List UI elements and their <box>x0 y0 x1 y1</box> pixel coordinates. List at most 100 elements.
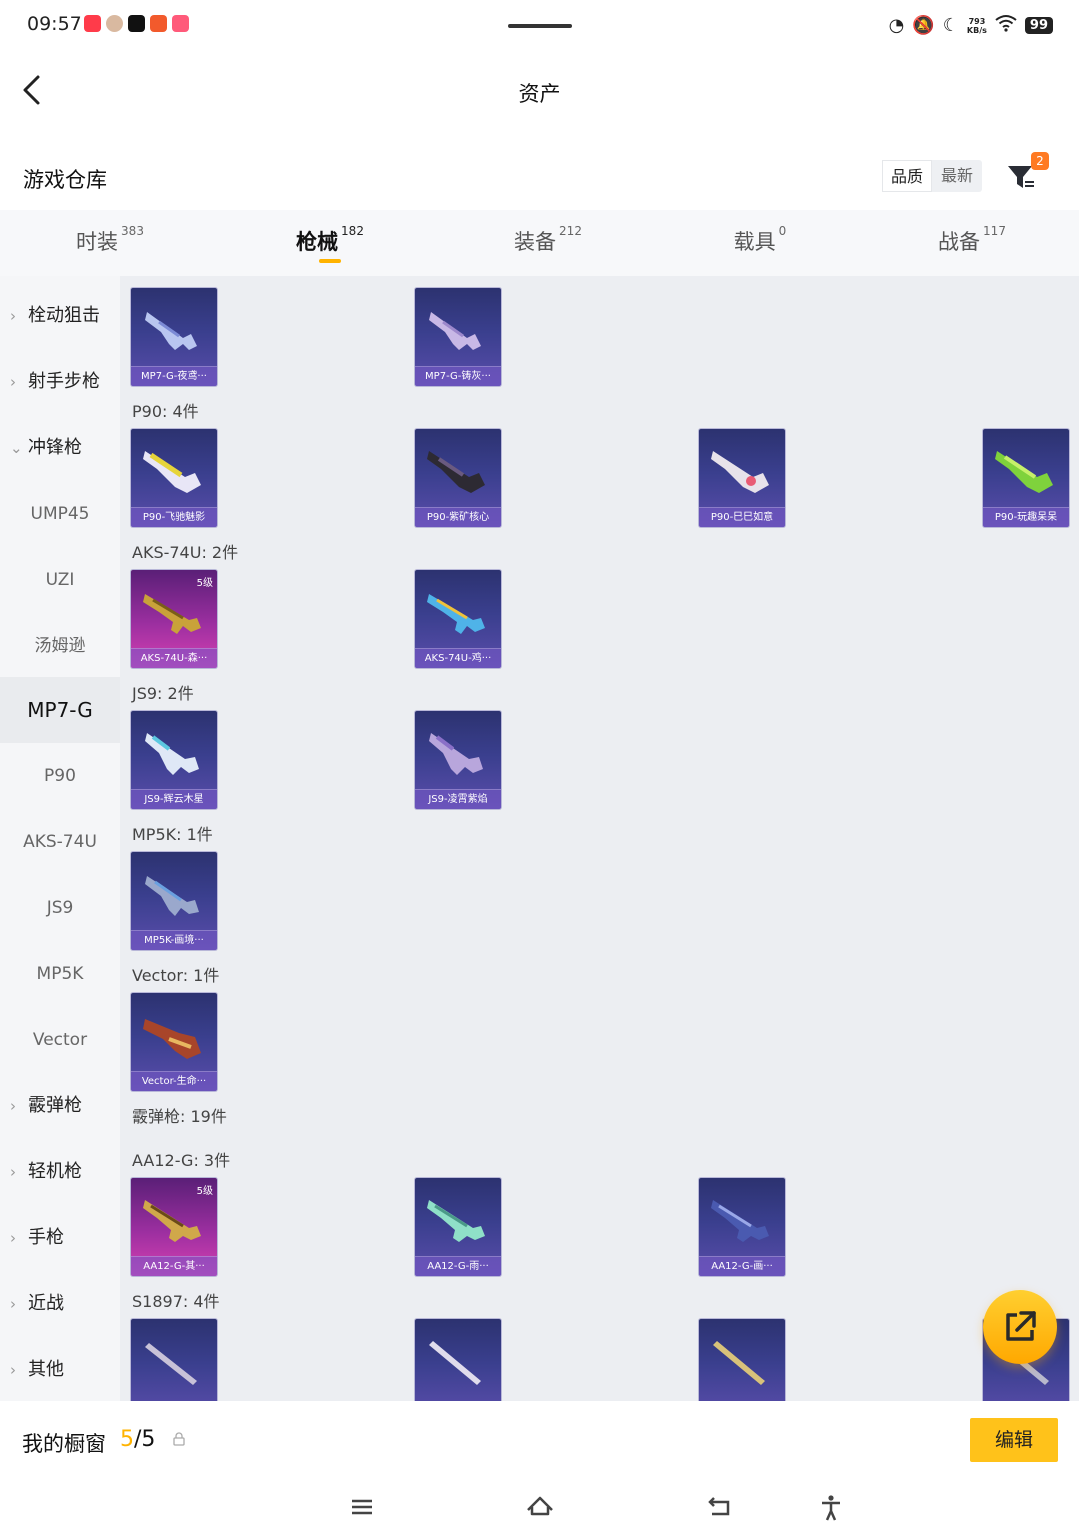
sidebar-item-label: 手枪 <box>28 1227 64 1248</box>
sidebar-item-marksman-rifle[interactable]: › 射手步枪 <box>0 349 120 415</box>
group-label-s1897: S1897: 4件 <box>132 1292 220 1311</box>
sidebar-item-pistol[interactable]: › 手枪 <box>0 1205 120 1271</box>
net-speed-unit: KB/s <box>966 25 987 35</box>
tab-battle-supplies[interactable]: 战备 117 <box>922 224 1022 266</box>
shotgun-icon <box>143 1200 201 1242</box>
skin-name: P90-飞驰魅影 <box>131 507 217 527</box>
sidebar-item-label: UZI <box>45 570 75 590</box>
system-nav-bar <box>0 1479 1079 1536</box>
skin-card[interactable]: Vector-生命··· <box>131 993 217 1091</box>
speedometer-icon: ◔ <box>888 14 905 36</box>
skin-name: AKS-74U-森··· <box>131 648 217 668</box>
sidebar-item-shotgun[interactable]: › 霰弹枪 <box>0 1073 120 1139</box>
skin-card[interactable]: AKS-74U-鸡··· <box>415 570 501 668</box>
tab-firearms[interactable]: 枪械 182 <box>280 224 380 266</box>
tab-label: 枪械 <box>296 230 339 254</box>
sidebar-item-label: 轻机枪 <box>28 1161 82 1182</box>
skin-name: JS9-凌霄紫焰 <box>415 789 501 809</box>
skin-card[interactable]: JS9-辉云木星 <box>131 711 217 809</box>
window-grabber[interactable] <box>508 24 572 28</box>
skin-card[interactable]: MP5K-画境··· <box>131 852 217 950</box>
chevron-right-icon: › <box>10 1163 16 1181</box>
shotgun-icon <box>429 1341 481 1385</box>
showcase-total: /5 <box>134 1427 156 1452</box>
tab-label: 装备 <box>514 230 557 254</box>
sidebar-item-smg[interactable]: ⌄ 冲锋枪 <box>0 415 120 481</box>
sidebar-item-label: 栓动狙击 <box>28 305 100 326</box>
group-label-shotgun: 霰弹枪: 19件 <box>132 1107 227 1126</box>
skin-name: AA12-G-画··· <box>699 1256 785 1276</box>
chevron-right-icon: › <box>10 1097 16 1115</box>
sidebar-item-mp5k[interactable]: MP5K <box>0 941 120 1007</box>
skin-card[interactable]: AA12-G-雨··· <box>415 1178 501 1276</box>
skin-card[interactable]: 5级 AA12-G-其··· <box>131 1178 217 1276</box>
edit-button[interactable]: 编辑 <box>970 1418 1058 1462</box>
notification-icons <box>84 15 189 32</box>
smg-icon <box>143 1019 201 1059</box>
tab-fashion[interactable]: 时装 383 <box>60 224 160 266</box>
shotgun-icon <box>713 1341 765 1385</box>
smg-icon <box>143 451 201 493</box>
skin-card[interactable] <box>131 1319 217 1401</box>
skin-card[interactable]: JS9-凌霄紫焰 <box>415 711 501 809</box>
menu-button[interactable] <box>347 1493 377 1521</box>
skin-card[interactable] <box>415 1319 501 1401</box>
sidebar-item-thompson[interactable]: 汤姆逊 <box>0 613 120 679</box>
skin-card[interactable]: AA12-G-画··· <box>699 1178 785 1276</box>
sidebar-item-uzi[interactable]: UZI <box>0 547 120 613</box>
sort-by-quality[interactable]: 品质 <box>882 160 932 192</box>
skin-name: Vector-生命··· <box>131 1071 217 1091</box>
filter-count-badge: 2 <box>1031 152 1049 170</box>
skin-level: 5级 <box>196 578 213 589</box>
skin-card[interactable] <box>699 1319 785 1401</box>
home-button[interactable] <box>525 1493 555 1521</box>
sidebar-item-vector[interactable]: Vector <box>0 1007 120 1073</box>
active-tab-indicator <box>319 259 341 263</box>
asset-page: 09:57 ◔ 🔕 ☾ 793 KB/s 99 资产 游戏仓库 品质 最新 2 … <box>0 0 1079 1536</box>
skin-name: AA12-G-其··· <box>131 1256 217 1276</box>
sidebar-item-label: Vector <box>32 1030 88 1050</box>
skin-name: MP5K-画境··· <box>131 930 217 950</box>
sidebar-item-js9[interactable]: JS9 <box>0 875 120 941</box>
skin-card[interactable]: P90-紫矿核心 <box>415 429 501 527</box>
accessibility-button[interactable] <box>816 1493 846 1521</box>
skin-card[interactable]: P90-飞驰魅影 <box>131 429 217 527</box>
shotgun-icon <box>427 1200 485 1242</box>
skin-card[interactable]: P90-巳巳如意 <box>699 429 785 527</box>
tab-vehicles[interactable]: 载具 0 <box>710 224 810 266</box>
sidebar-item-melee[interactable]: › 近战 <box>0 1271 120 1337</box>
heart-notification-icon <box>172 15 189 32</box>
chevron-right-icon: › <box>10 307 16 325</box>
skin-card[interactable]: MP7-G-铸灰··· <box>415 288 501 386</box>
skin-card[interactable]: P90-玩趣呆呆 <box>983 429 1069 527</box>
sidebar-item-ump45[interactable]: UMP45 <box>0 481 120 547</box>
tab-label: 时装 <box>76 230 119 254</box>
group-label-aa12g: AA12-G: 3件 <box>132 1151 231 1170</box>
sort-by-newest[interactable]: 最新 <box>932 160 982 192</box>
chevron-right-icon: › <box>10 1229 16 1247</box>
sidebar-item-bolt-sniper[interactable]: › 栓动狙击 <box>0 283 120 349</box>
shotgun-icon <box>711 1200 769 1242</box>
skin-card[interactable]: MP7-G-夜鸢··· <box>131 288 217 386</box>
sidebar-item-mp7g[interactable]: MP7-G <box>0 677 120 743</box>
sidebar-item-label: 其他 <box>28 1359 64 1380</box>
group-label-js9: JS9: 2件 <box>132 684 194 703</box>
accessibility-icon <box>822 1495 840 1521</box>
avatar-notification-icon <box>106 15 123 32</box>
sidebar-item-lmg[interactable]: › 轻机枪 <box>0 1139 120 1205</box>
skin-name: P90-巳巳如意 <box>699 507 785 527</box>
sidebar-item-label: JS9 <box>46 898 74 918</box>
rifle-icon <box>143 594 201 634</box>
sidebar-item-label: MP5K <box>36 964 84 984</box>
sidebar-item-other[interactable]: › 其他 <box>0 1337 120 1403</box>
sidebar-item-aks74u[interactable]: AKS-74U <box>0 809 120 875</box>
skin-card[interactable]: 5级 AKS-74U-森··· <box>131 570 217 668</box>
share-button[interactable] <box>983 1290 1057 1364</box>
sidebar-item-p90[interactable]: P90 <box>0 743 120 809</box>
moon-icon: ☾ <box>942 14 959 36</box>
sidebar-item-label: MP7-G <box>27 698 93 722</box>
tab-equipment[interactable]: 装备 212 <box>498 224 598 266</box>
smg-icon <box>429 312 481 350</box>
back-nav-button[interactable] <box>704 1493 734 1521</box>
skin-name: JS9-辉云木星 <box>131 789 217 809</box>
